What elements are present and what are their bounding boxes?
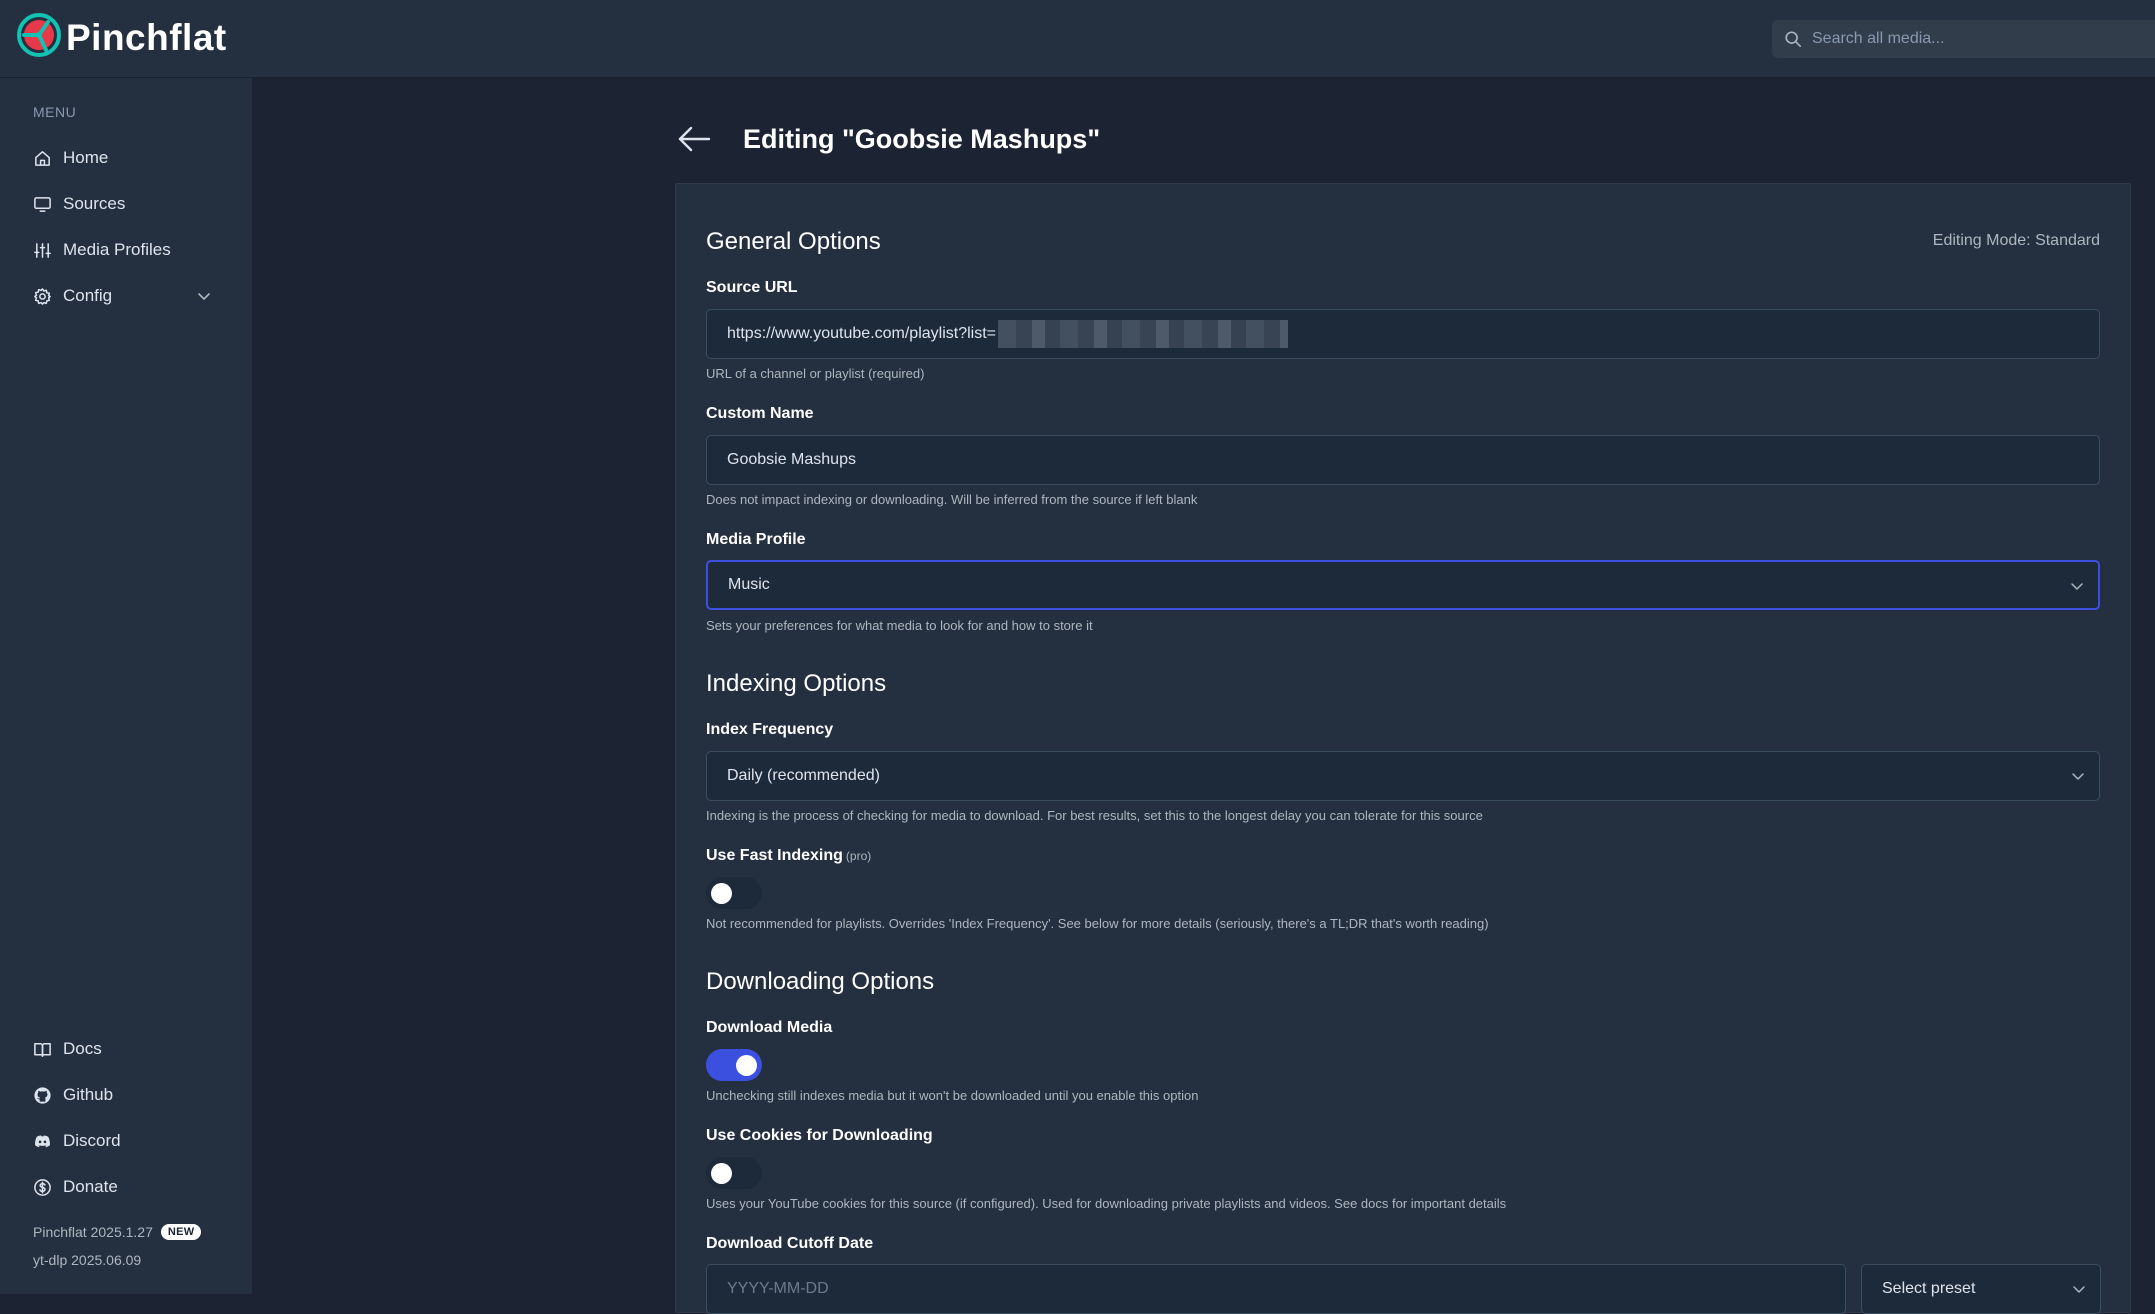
source-url-value: https://www.youtube.com/playlist?list= bbox=[727, 325, 997, 342]
chevron-down-icon bbox=[198, 293, 210, 300]
app-name: Pinchflat bbox=[66, 17, 227, 58]
index-frequency-select[interactable]: Daily (recommended) bbox=[706, 751, 2100, 801]
new-badge: NEW bbox=[160, 1224, 202, 1240]
sidebar-item-label: Sources bbox=[63, 194, 126, 213]
date-placeholder: YYYY-MM-DD bbox=[727, 1280, 829, 1297]
github-icon bbox=[34, 1086, 51, 1104]
redacted-playlist-id bbox=[998, 320, 1289, 348]
general-options-title: General Options bbox=[706, 228, 881, 255]
media-profile-value: Music bbox=[728, 576, 770, 593]
media-profile-hint: Sets your preferences for what media to … bbox=[706, 618, 1093, 633]
discord-icon bbox=[35, 1135, 50, 1147]
use-cookies-label: Use Cookies for Downloading bbox=[706, 1127, 933, 1144]
dollar-icon bbox=[34, 1178, 51, 1196]
preset-value: Select preset bbox=[1882, 1280, 1976, 1297]
fast-indexing-toggle[interactable] bbox=[706, 877, 762, 909]
source-edit-form: General Options Editing Mode: Standard S… bbox=[675, 183, 2131, 1314]
editing-mode-toggle[interactable]: Editing Mode: Standard bbox=[1933, 232, 2100, 250]
search-bar[interactable] bbox=[1772, 20, 2155, 58]
gear-icon bbox=[34, 287, 51, 305]
sidebar: MENU Home Sources Media Profiles Config bbox=[0, 78, 252, 1294]
indexing-options-title: Indexing Options bbox=[706, 670, 887, 697]
toggle-knob bbox=[711, 1163, 732, 1184]
search-icon bbox=[1785, 31, 1802, 48]
sidebar-item-label: Home bbox=[63, 148, 109, 167]
app-logo[interactable]: Pinchflat bbox=[16, 12, 227, 58]
pinchflat-version: Pinchflat 2025.1.27 bbox=[33, 1224, 153, 1240]
sidebar-item-label: Docs bbox=[63, 1039, 102, 1058]
home-icon bbox=[35, 150, 50, 166]
pinchflat-logo-icon bbox=[17, 13, 61, 57]
book-icon bbox=[34, 1042, 51, 1057]
sidebar-item-media-profiles[interactable]: Media Profiles bbox=[33, 235, 223, 265]
monitor-icon bbox=[34, 196, 51, 212]
sidebar-item-discord[interactable]: Discord bbox=[33, 1126, 223, 1156]
sidebar-item-github[interactable]: Github bbox=[33, 1080, 223, 1110]
chevron-down-icon bbox=[2072, 773, 2084, 780]
fast-indexing-hint: Not recommended for playlists. Overrides… bbox=[706, 916, 1489, 931]
media-profile-label: Media Profile bbox=[706, 531, 806, 548]
toggle-knob bbox=[711, 883, 732, 904]
custom-name-hint: Does not impact indexing or downloading.… bbox=[706, 492, 1198, 507]
download-cutoff-date-input[interactable]: YYYY-MM-DD bbox=[706, 1264, 1846, 1314]
chevron-down-icon bbox=[2071, 583, 2083, 590]
sidebar-item-donate[interactable]: Donate bbox=[33, 1172, 223, 1202]
download-media-toggle[interactable] bbox=[706, 1049, 762, 1081]
download-media-label: Download Media bbox=[706, 1019, 833, 1036]
custom-name-value: Goobsie Mashups bbox=[727, 451, 856, 468]
fast-indexing-label: Use Fast Indexing (pro) bbox=[706, 847, 871, 865]
back-arrow-icon[interactable] bbox=[675, 120, 713, 158]
use-cookies-hint: Uses your YouTube cookies for this sourc… bbox=[706, 1196, 1507, 1211]
sidebar-item-docs[interactable]: Docs bbox=[33, 1034, 223, 1064]
source-url-input[interactable]: https://www.youtube.com/playlist?list= bbox=[706, 309, 2100, 359]
ytdlp-version: yt-dlp 2025.06.09 bbox=[33, 1252, 142, 1268]
top-header: Pinchflat bbox=[0, 0, 2155, 78]
sidebar-item-home[interactable]: Home bbox=[33, 143, 223, 173]
sidebar-item-label: Github bbox=[63, 1085, 114, 1104]
index-frequency-label: Index Frequency bbox=[706, 721, 834, 738]
fast-indexing-label-text: Use Fast Indexing bbox=[706, 847, 843, 864]
media-profile-select[interactable]: Music bbox=[706, 560, 2100, 610]
sidebar-item-label: Discord bbox=[63, 1131, 121, 1150]
search-input[interactable] bbox=[1812, 30, 2132, 48]
download-cutoff-label: Download Cutoff Date bbox=[706, 1235, 874, 1252]
source-url-hint: URL of a channel or playlist (required) bbox=[706, 366, 925, 381]
sidebar-item-label: Media Profiles bbox=[63, 240, 171, 259]
menu-label: MENU bbox=[33, 104, 77, 120]
cutoff-preset-select[interactable]: Select preset bbox=[1861, 1264, 2101, 1314]
custom-name-label: Custom Name bbox=[706, 405, 814, 422]
index-frequency-value: Daily (recommended) bbox=[727, 767, 880, 784]
page-title: Editing "Goobsie Mashups" bbox=[743, 124, 1101, 154]
source-url-label: Source URL bbox=[706, 279, 798, 296]
sidebar-item-label: Config bbox=[63, 286, 113, 305]
toggle-knob bbox=[736, 1055, 757, 1076]
sidebar-item-label: Donate bbox=[63, 1177, 118, 1196]
sliders-icon bbox=[34, 242, 51, 258]
pro-tag: (pro) bbox=[845, 849, 872, 863]
sidebar-item-config[interactable]: Config bbox=[33, 281, 223, 311]
custom-name-input[interactable]: Goobsie Mashups bbox=[706, 435, 2100, 485]
sidebar-item-sources[interactable]: Sources bbox=[33, 189, 223, 219]
download-media-hint: Unchecking still indexes media but it wo… bbox=[706, 1088, 1199, 1103]
use-cookies-toggle[interactable] bbox=[706, 1157, 762, 1189]
app-version: Pinchflat 2025.1.27 NEW bbox=[33, 1224, 202, 1240]
downloading-options-title: Downloading Options bbox=[706, 968, 935, 995]
index-frequency-hint: Indexing is the process of checking for … bbox=[706, 808, 1483, 823]
